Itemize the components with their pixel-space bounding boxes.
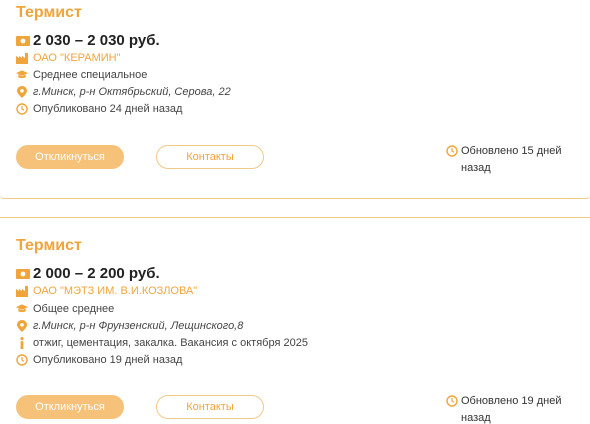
salary: 2 030 – 2 030 руб. (16, 32, 160, 49)
clock-icon (446, 395, 458, 407)
address-text: г.Минск, р-н Октябрьский, Серова, 22 (33, 86, 231, 98)
contacts-button[interactable]: Контакты (156, 395, 264, 419)
education-row: Общее среднее (16, 303, 114, 315)
company-name[interactable]: ОАО "КЕРАМИН" (33, 52, 121, 64)
money-icon (16, 35, 30, 46)
graduation-cap-icon (16, 303, 28, 315)
location-pin-icon (16, 320, 28, 332)
published-text: Опубликовано 24 дней назад (33, 103, 183, 115)
clock-icon (446, 145, 458, 157)
company-row[interactable]: ОАО "КЕРАМИН" (16, 52, 121, 64)
clock-icon (16, 354, 28, 366)
info-icon (16, 337, 28, 349)
info-row: отжиг, цементация, закалка. Вакансия с о… (16, 337, 308, 349)
clock-icon (16, 103, 28, 115)
vacancy-title[interactable]: Термист (16, 4, 82, 22)
updated-text: Обновлено 19 дней назад (461, 395, 562, 424)
updated-info: Обновлено 15 дней назад (446, 143, 576, 177)
address-text: г.Минск, р-н Фрунзенский, Лещинского,8 (33, 320, 244, 332)
factory-icon (16, 52, 28, 64)
published-text: Опубликовано 19 дней назад (33, 354, 183, 366)
money-icon (16, 268, 30, 279)
company-row[interactable]: ОАО "МЭТЗ ИМ. В.И.КОЗЛОВА" (16, 285, 197, 297)
vacancy-card: Термист 2 030 – 2 030 руб. ОАО "КЕРАМИН"… (0, 0, 590, 199)
vacancy-card: Термист 2 000 – 2 200 руб. ОАО "МЭТЗ ИМ.… (0, 217, 590, 424)
address-row: г.Минск, р-н Октябрьский, Серова, 22 (16, 86, 231, 98)
respond-button[interactable]: Откликнуться (16, 395, 124, 419)
location-pin-icon (16, 86, 28, 98)
salary-value: 2 030 – 2 030 руб. (33, 32, 160, 49)
updated-info: Обновлено 19 дней назад (446, 393, 576, 424)
published-row: Опубликовано 24 дней назад (16, 103, 182, 115)
info-text: отжиг, цементация, закалка. Вакансия с о… (33, 337, 308, 349)
factory-icon (16, 285, 28, 297)
education-text: Общее среднее (33, 303, 115, 315)
updated-text: Обновлено 15 дней назад (461, 145, 562, 174)
card-separator (0, 199, 590, 217)
contacts-button[interactable]: Контакты (156, 145, 264, 169)
published-row: Опубликовано 19 дней назад (16, 354, 182, 366)
education-row: Среднее специальное (16, 69, 147, 81)
vacancy-title[interactable]: Термист (16, 237, 82, 255)
salary-value: 2 000 – 2 200 руб. (33, 265, 160, 282)
company-name[interactable]: ОАО "МЭТЗ ИМ. В.И.КОЗЛОВА" (33, 285, 197, 297)
respond-button[interactable]: Откликнуться (16, 145, 124, 169)
graduation-cap-icon (16, 69, 28, 81)
salary: 2 000 – 2 200 руб. (16, 265, 160, 282)
address-row: г.Минск, р-н Фрунзенский, Лещинского,8 (16, 320, 243, 332)
education-text: Среднее специальное (33, 69, 148, 81)
